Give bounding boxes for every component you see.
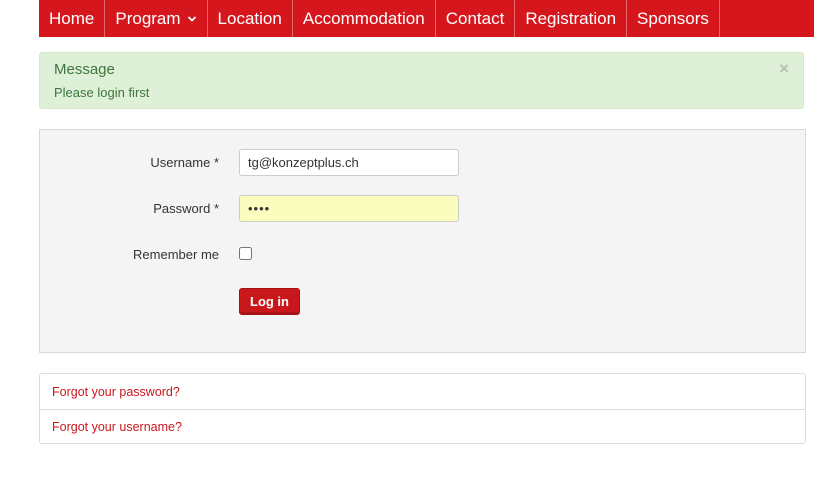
forgot-username-link[interactable]: Forgot your username? xyxy=(40,409,805,444)
nav-item-sponsors[interactable]: Sponsors xyxy=(627,0,720,37)
nav-item-label: Location xyxy=(217,8,282,28)
nav-item-location[interactable]: Location xyxy=(208,0,293,37)
account-links-list: Forgot your password? Forgot your userna… xyxy=(39,373,806,444)
nav-item-label: Sponsors xyxy=(637,8,709,28)
nav-item-program[interactable]: Program xyxy=(105,0,208,37)
login-button[interactable]: Log in xyxy=(239,288,300,315)
close-icon[interactable]: × xyxy=(779,59,789,79)
username-input[interactable] xyxy=(239,149,459,176)
password-label: Password * xyxy=(153,201,219,216)
message-alert: Message Please login first × xyxy=(39,52,804,109)
alert-text: Please login first xyxy=(54,85,150,100)
nav-item-label: Home xyxy=(49,8,95,28)
forgot-password-link[interactable]: Forgot your password? xyxy=(40,374,805,409)
nav-item-label: Program xyxy=(115,8,181,28)
nav-item-label: Registration xyxy=(525,8,617,28)
username-label: Username * xyxy=(150,155,219,170)
nav-item-accommodation[interactable]: Accommodation xyxy=(293,0,436,37)
remember-me-label: Remember me xyxy=(133,247,219,262)
nav-item-home[interactable]: Home xyxy=(39,0,106,37)
nav-item-label: Contact xyxy=(445,8,505,28)
chevron-down-icon xyxy=(187,15,196,22)
login-form: Username * Password * Remember me Log in xyxy=(39,129,806,353)
password-input[interactable] xyxy=(239,195,459,222)
nav-item-label: Accommodation xyxy=(302,8,425,28)
nav-item-contact[interactable]: Contact xyxy=(436,0,516,37)
main-navbar: Home Program Location Accommodation Cont… xyxy=(39,0,814,37)
alert-heading: Message xyxy=(54,61,115,78)
remember-me-checkbox[interactable] xyxy=(239,247,252,260)
nav-item-registration[interactable]: Registration xyxy=(515,0,628,37)
